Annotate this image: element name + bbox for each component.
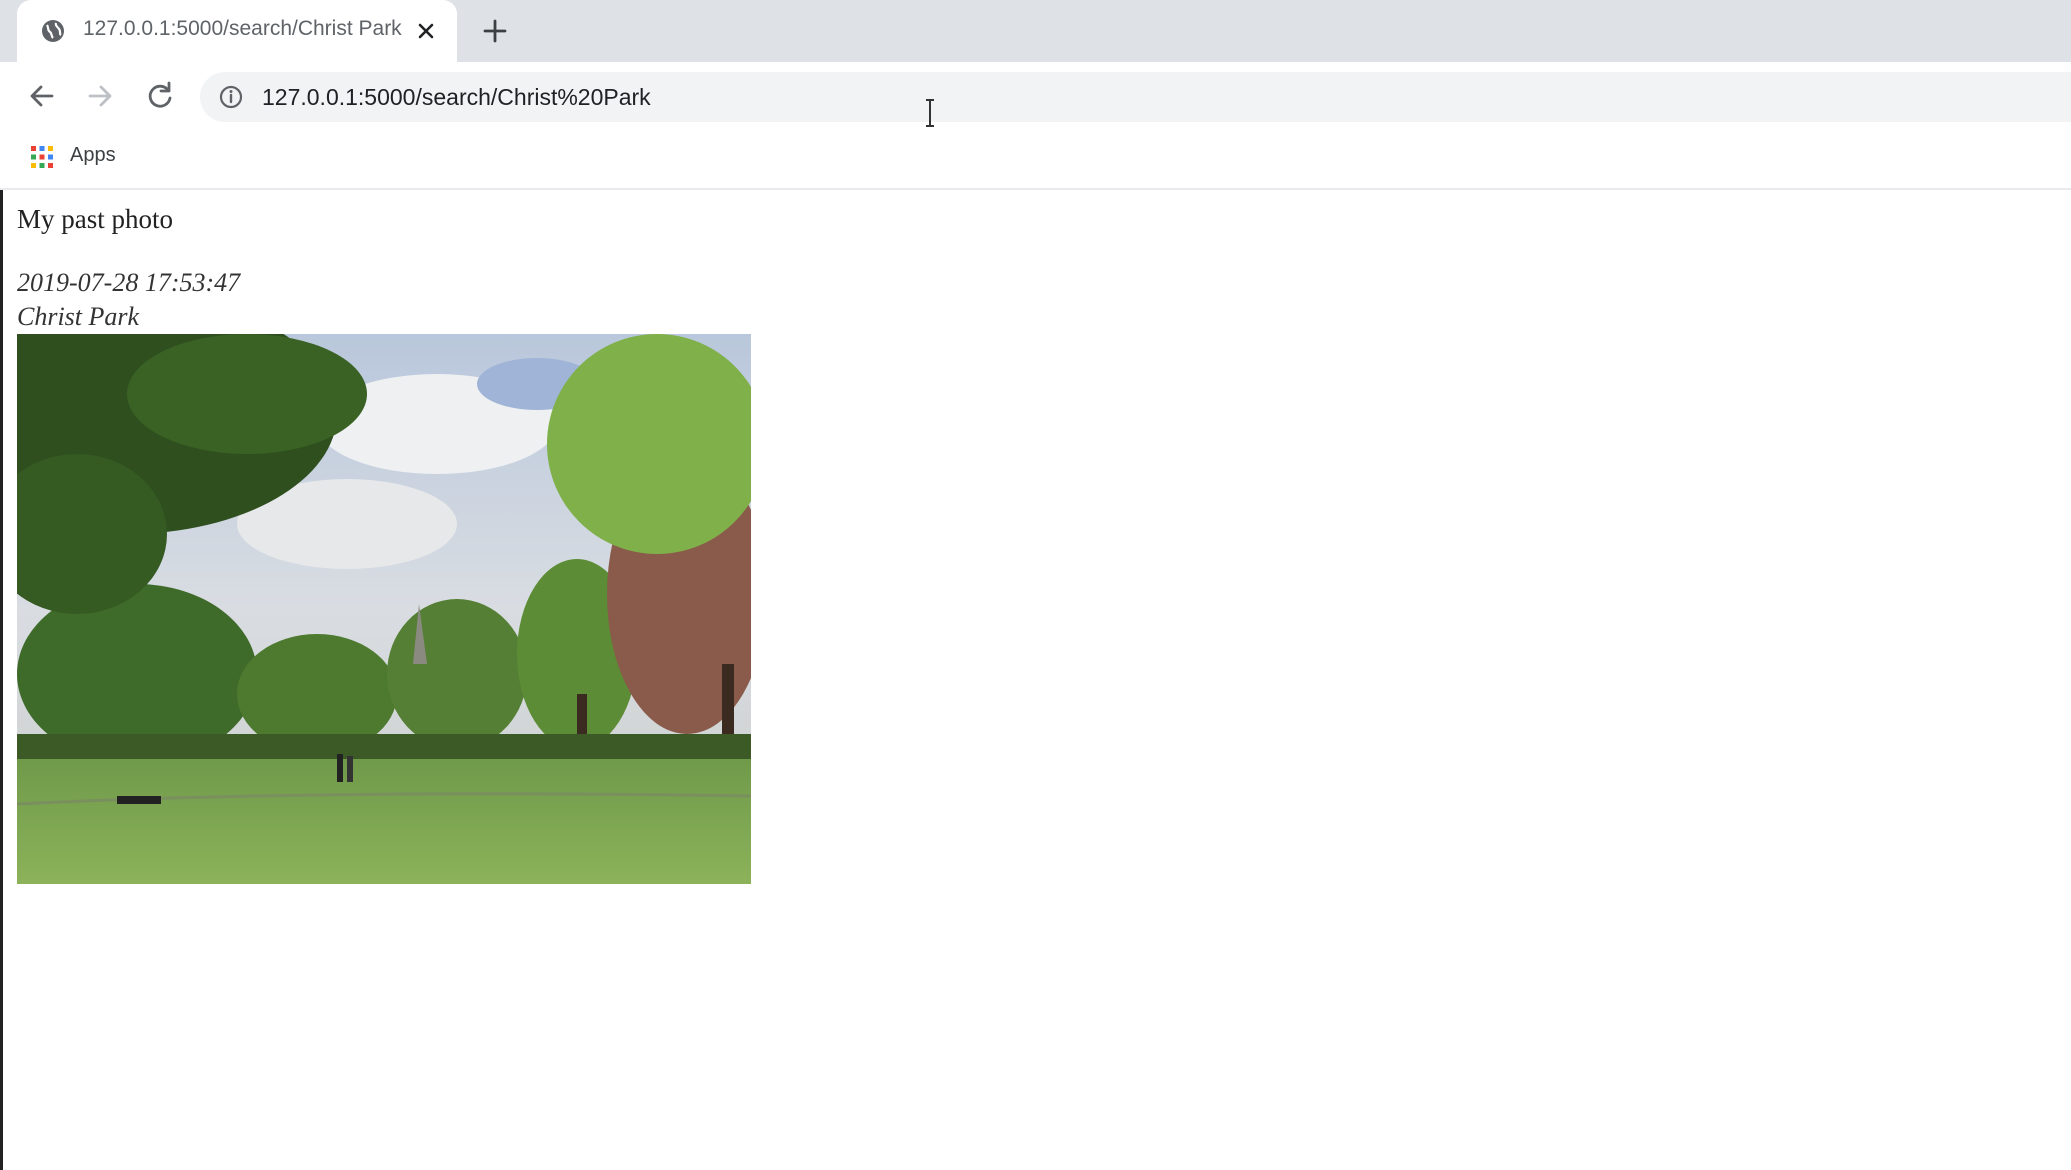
page-content: My past photo 2019-07-28 17:53:47 Christ… — [0, 190, 2071, 1170]
photo-meta: 2019-07-28 17:53:47 Christ Park — [17, 266, 240, 334]
apps-grid-icon[interactable] — [30, 145, 54, 169]
info-icon[interactable] — [218, 84, 244, 110]
bookmarks-bar: Apps — [0, 130, 2071, 190]
globe-icon — [42, 20, 64, 42]
close-icon[interactable] — [413, 18, 439, 44]
park-photo — [17, 334, 751, 884]
tab-active[interactable]: 127.0.0.1:5000/search/Christ Park — [17, 0, 457, 62]
toolbar: 127.0.0.1:5000/search/Christ%20Park — [0, 62, 2071, 130]
tab-title: 127.0.0.1:5000/search/Christ Park — [83, 17, 402, 40]
reload-icon[interactable] — [142, 78, 178, 114]
tab-strip: 127.0.0.1:5000/search/Christ Park — [0, 0, 2071, 62]
plus-icon[interactable] — [480, 16, 510, 46]
arrow-left-icon[interactable] — [24, 78, 60, 114]
text-cursor-icon — [926, 99, 934, 127]
apps-bookmark[interactable]: Apps — [70, 144, 116, 167]
url-text[interactable]: 127.0.0.1:5000/search/Christ%20Park — [262, 84, 651, 111]
photo-location: Christ Park — [17, 302, 140, 331]
arrow-right-icon[interactable] — [82, 78, 118, 114]
page-title: My past photo — [17, 204, 174, 234]
photo-timestamp: 2019-07-28 17:53:47 — [17, 268, 241, 297]
address-bar[interactable]: 127.0.0.1:5000/search/Christ%20Park — [200, 72, 2071, 122]
browser-window: 127.0.0.1:5000/search/Christ Park 127.0.… — [0, 0, 2071, 1170]
